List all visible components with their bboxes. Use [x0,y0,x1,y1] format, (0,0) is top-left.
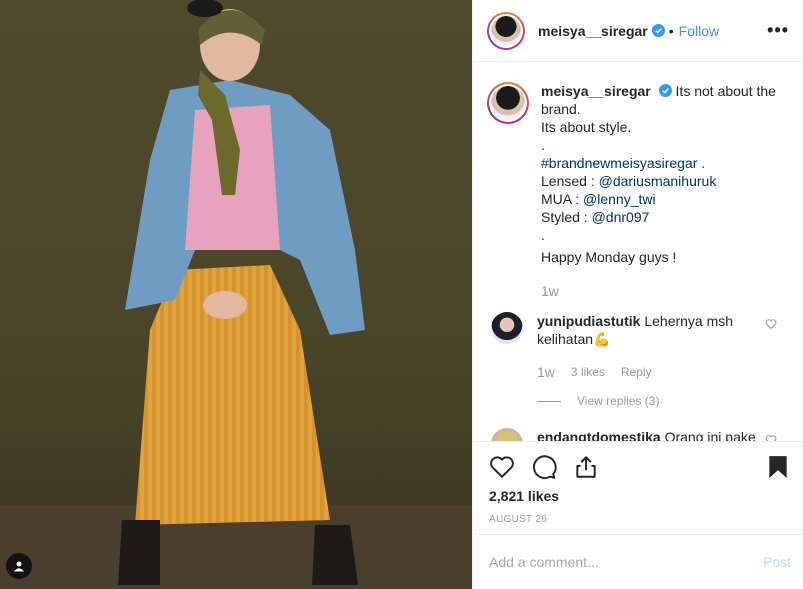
view-replies[interactable]: View replies (3) [537,394,787,408]
add-comment-bar: Add a comment... Post [473,534,803,589]
author-avatar[interactable] [487,11,525,50]
caption-line-4: . [541,227,545,243]
lensed-mention[interactable]: @dariusmanihuruk [599,173,717,189]
caption-avatar[interactable] [487,82,529,124]
caption: meisya__siregar Its not about the brand.… [487,82,787,300]
comment-text: Orang ini pake [664,429,756,441]
more-options-button[interactable]: ••• [767,20,789,41]
share-icon[interactable] [573,454,599,480]
like-comment-icon[interactable] [765,318,777,330]
post-comment-button[interactable]: Post [763,554,791,570]
styled-label: Styled : [541,209,592,225]
mua-mention[interactable]: @lenny_twi [583,191,656,207]
tagged-users-button[interactable] [6,553,32,579]
caption-body: meisya__siregar Its not about the brand.… [541,82,787,300]
mua-label: MUA : [541,191,584,207]
post-date[interactable]: AUGUST 26 [489,514,791,525]
comment-item: yunipudiastutik Lehernya msh kelihatan💪 [487,312,787,348]
photo-illustration [0,0,472,589]
lensed-label: Lensed : [541,173,599,189]
post-header: meisya__siregar • Follow ••• [473,0,803,62]
commenter-avatar[interactable] [491,428,523,441]
heart-icon[interactable] [489,454,515,480]
post-photo[interactable] [0,0,472,589]
verified-badge-icon [651,24,665,37]
caption-username[interactable]: meisya__siregar [541,83,651,99]
bookmark-icon[interactable] [765,454,791,480]
hashtag-link[interactable]: #brandnewmeisyasiregar [541,155,697,171]
verified-badge-icon [658,84,672,97]
comment-icon[interactable] [531,454,557,480]
caption-line-3: . [541,137,545,153]
styled-mention[interactable]: @dnr097 [592,209,650,225]
action-bar [489,442,791,492]
replies-divider [537,400,561,402]
caption-line-5: Happy Monday guys ! [541,249,677,265]
comment-meta: 1w 3 likes Reply [537,364,787,380]
caption-time[interactable]: 1w [541,282,787,300]
author-username[interactable]: meisya__siregar [538,23,648,39]
comment-time[interactable]: 1w [537,364,555,380]
post-actions: 2,821 likes AUGUST 26 [473,441,803,525]
commenter-avatar[interactable] [491,312,523,344]
view-replies-label[interactable]: View replies (3) [577,394,659,408]
follow-button[interactable]: Follow [679,23,719,39]
post-panel: meisya__siregar • Follow ••• meisya__sir… [472,0,803,589]
like-comment-icon[interactable] [765,434,777,441]
hashtag-suffix: . [697,155,706,171]
comment-likes[interactable]: 3 likes [571,365,605,379]
commenter-username[interactable]: endangtdomestika [537,429,661,441]
comments-section[interactable]: meisya__siregar Its not about the brand.… [473,63,803,441]
likes-count[interactable]: 2,821 likes [489,488,791,504]
add-comment-input[interactable]: Add a comment... [489,554,599,570]
comment-item: endangtdomestika Orang ini pake [487,428,787,441]
commenter-username[interactable]: yunipudiastutik [537,313,640,329]
caption-line-2: Its about style. [541,119,632,135]
reply-button[interactable]: Reply [621,365,652,379]
person-icon [14,561,24,572]
separator-dot: • [668,22,674,39]
